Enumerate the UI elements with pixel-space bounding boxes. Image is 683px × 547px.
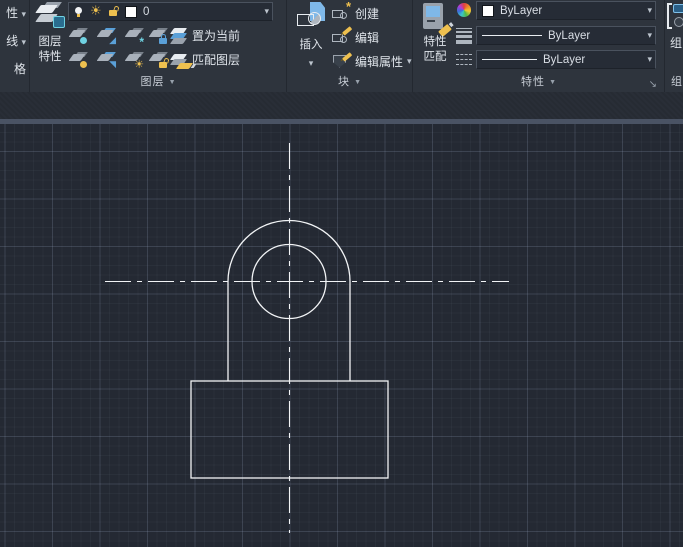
layer-unlock2-icon[interactable] — [148, 50, 168, 68]
layer-on-icon[interactable] — [74, 7, 83, 17]
edit-attributes-icon — [332, 51, 352, 69]
match-properties-label-2: 匹配 — [423, 51, 447, 63]
linetype-sample — [482, 59, 537, 60]
ribbon-panel-clipped-left: 性 ▾ 线 ▾ 格 — [0, 0, 30, 92]
block-panel-label[interactable]: 块 ▼ — [288, 74, 412, 92]
layer-switch-icon — [53, 16, 65, 28]
layer-unisolate-icon[interactable]: ◥ — [96, 50, 116, 69]
linetype-icon[interactable] — [456, 53, 472, 67]
ribbon: 性 ▾ 线 ▾ 格 图层 特性 ☀ 0 ▾ ◢ * 置为当前 ◥ ☀ 匹配图层 … — [0, 0, 683, 92]
layer-unlock-icon[interactable] — [109, 10, 117, 16]
layer-properties-label-2: 特性 — [38, 51, 62, 63]
chevron-down-icon: ▾ — [21, 37, 26, 47]
group-label: 组 — [670, 36, 683, 50]
cad-drawing[interactable] — [0, 124, 683, 547]
create-block-label: 创建 — [355, 6, 380, 21]
layer-freeze-icon[interactable]: * — [124, 26, 144, 48]
edit-attributes-button[interactable]: 编辑属性 ▾ — [332, 51, 412, 71]
match-properties-button[interactable]: 特性 匹配 — [417, 1, 453, 74]
color-wheel-icon[interactable] — [457, 3, 471, 17]
edit-block-icon — [332, 25, 352, 45]
layer-on-bulb-icon[interactable] — [68, 50, 88, 68]
set-current-label: 置为当前 — [192, 29, 241, 43]
clipped-button-xing[interactable]: 性 ▾ — [0, 0, 29, 26]
chevron-down-icon[interactable]: ▾ — [264, 6, 269, 17]
create-block-button[interactable]: * 创建 — [332, 0, 380, 23]
ribbon-panel-block: 插入 ▾ * 创建 编辑 编辑属性 ▾ 块 ▼ — [288, 0, 413, 92]
group-panel-label[interactable]: 组 — [666, 74, 683, 92]
clipped-label: 线 — [6, 34, 19, 48]
insert-label: 插入 — [299, 39, 323, 51]
clipped-button-xian[interactable]: 线 ▾ — [0, 28, 29, 54]
properties-panel-label[interactable]: 特性 ▼ ↘ — [414, 74, 664, 92]
match-layer-label: 匹配图层 — [192, 53, 241, 67]
layer-lock-icon[interactable] — [148, 26, 168, 44]
layer-off-icon[interactable] — [68, 26, 88, 44]
match-properties-label-1: 特性 — [423, 36, 447, 48]
color-combo-value: ByLayer — [500, 4, 543, 17]
match-layer-icon — [169, 52, 194, 69]
layer-properties-button[interactable]: 图层 特性 — [33, 1, 67, 74]
layer-thaw-icon[interactable]: ☀ — [124, 50, 144, 71]
chevron-down-icon: ▾ — [21, 9, 26, 19]
edit-block-label: 编辑 — [355, 30, 380, 45]
group-button[interactable]: 组 — [667, 2, 683, 72]
panel-menu-arrow-icon: ▼ — [168, 79, 177, 86]
edit-attributes-label: 编辑属性 — [355, 54, 404, 69]
set-current-icon — [169, 27, 188, 44]
chevron-down-icon[interactable]: ▾ — [647, 54, 652, 65]
group-icon — [667, 3, 683, 31]
ribbon-panel-group: 组 组 — [666, 0, 683, 92]
chevron-down-icon: ▾ — [308, 58, 314, 68]
panel-menu-arrow-icon: ▼ — [549, 79, 557, 86]
drawing-canvas[interactable] — [0, 124, 683, 547]
layer-properties-label-1: 图层 — [38, 36, 62, 48]
chevron-down-icon: ▾ — [407, 55, 412, 66]
panel-menu-arrow-icon: ▼ — [354, 79, 362, 86]
lineweight-combo[interactable]: ByLayer ▾ — [476, 26, 656, 45]
layer-properties-icon — [35, 3, 65, 33]
lineweight-combo-value: ByLayer — [548, 29, 591, 42]
insert-block-button[interactable]: 插入 ▾ — [293, 1, 329, 74]
edit-block-button[interactable]: 编辑 — [332, 25, 380, 47]
lineweight-sample — [482, 35, 542, 36]
lineweight-icon[interactable] — [456, 28, 472, 44]
dialog-launcher-icon[interactable]: ↘ — [649, 80, 658, 90]
layer-combo[interactable]: ☀ 0 ▾ — [68, 2, 273, 21]
chevron-down-icon[interactable]: ▾ — [647, 5, 652, 16]
linetype-combo-value: ByLayer — [543, 53, 586, 66]
set-current-layer-button[interactable]: 置为当前 — [169, 25, 241, 46]
clipped-button-ge[interactable]: 格 — [0, 56, 29, 82]
color-swatch — [482, 4, 494, 17]
ribbon-panel-layers: 图层 特性 ☀ 0 ▾ ◢ * 置为当前 ◥ ☀ 匹配图层 图层 ▼ — [31, 0, 287, 92]
ribbon-bottom-strip — [0, 92, 683, 119]
clipped-label: 格 — [13, 62, 26, 76]
match-properties-icon — [423, 3, 452, 38]
clipped-label: 性 — [6, 6, 19, 20]
layer-isolate-icon[interactable]: ◢ — [96, 26, 116, 45]
insert-block-icon — [297, 2, 325, 34]
chevron-down-icon[interactable]: ▾ — [647, 30, 652, 41]
create-block-icon: * — [332, 0, 351, 21]
object-color-combo[interactable]: ByLayer ▾ — [476, 1, 656, 20]
linetype-combo[interactable]: ByLayer ▾ — [476, 50, 656, 69]
layers-panel-label[interactable]: 图层 ▼ — [31, 74, 286, 92]
ribbon-panel-properties: 特性 匹配 ByLayer ▾ ByLayer ▾ ByLayer ▾ 特性 ▼… — [414, 0, 665, 92]
match-layer-button[interactable]: 匹配图层 — [169, 49, 241, 70]
